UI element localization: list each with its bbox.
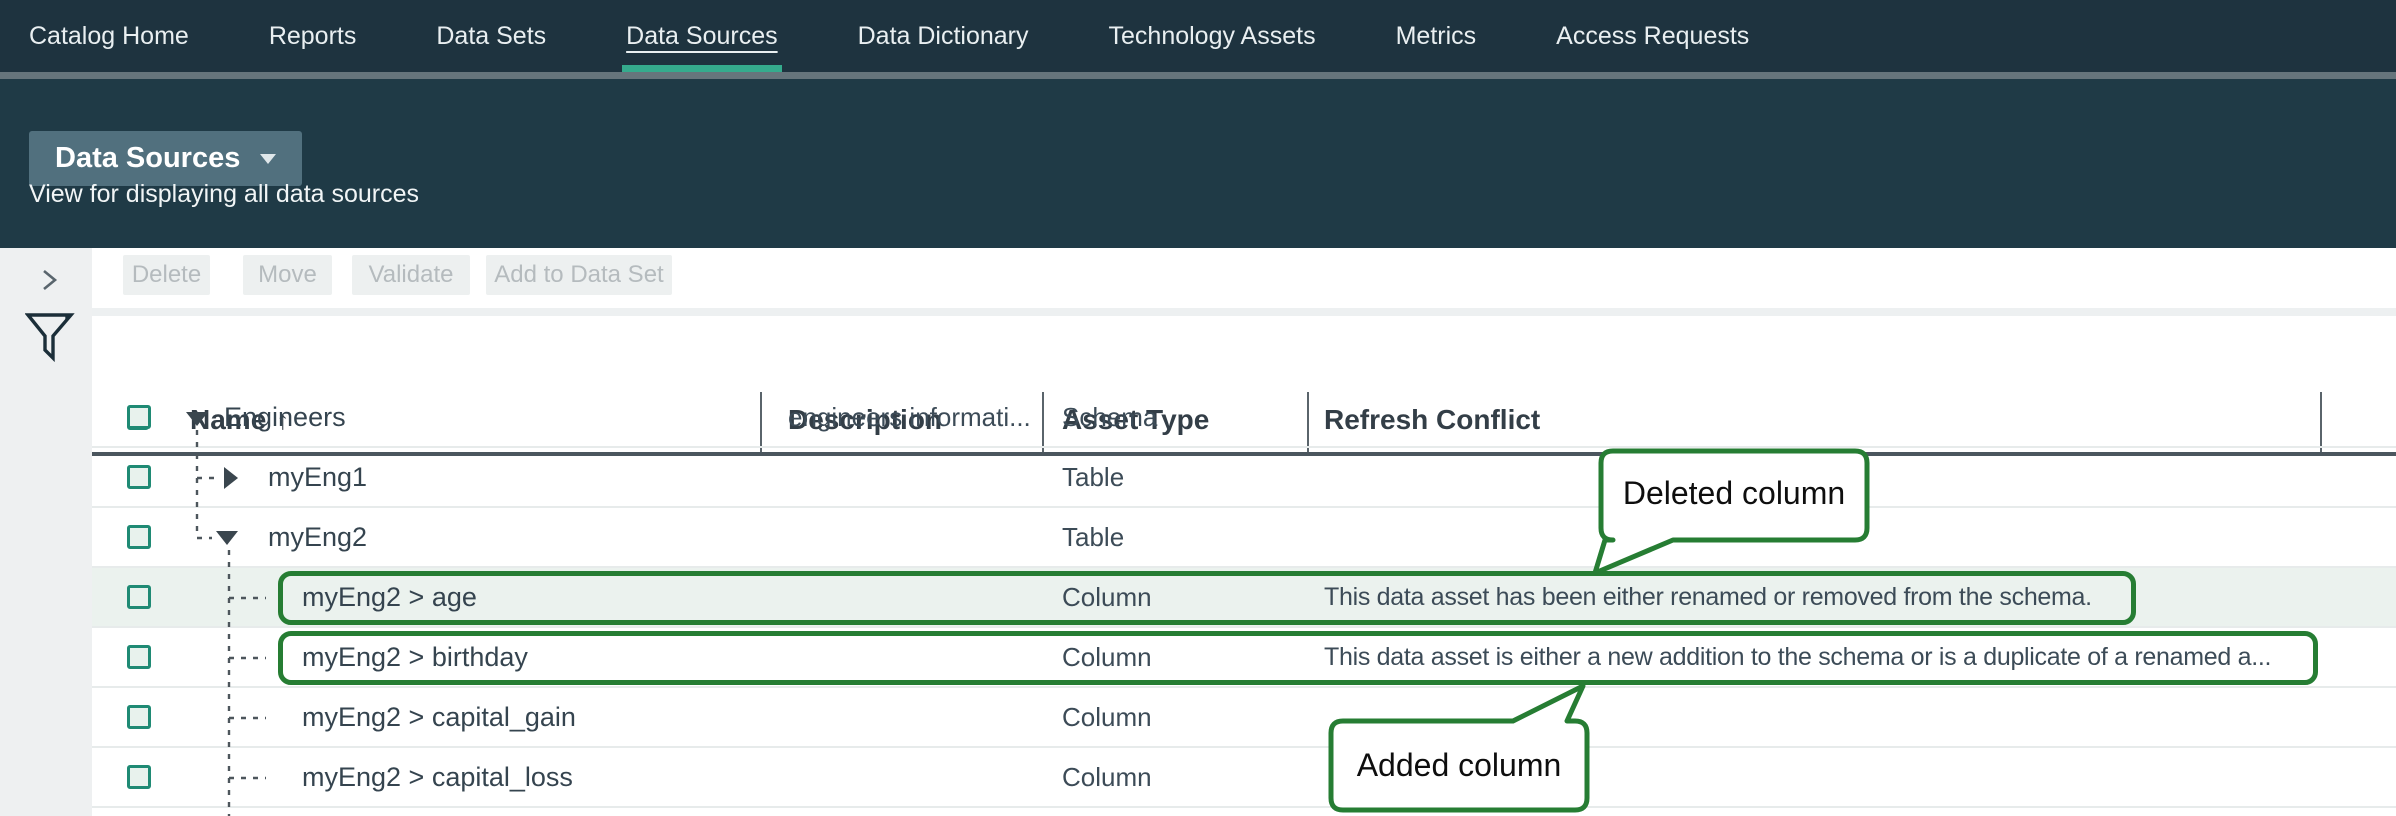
table-row-myeng2-birthday[interactable]: myEng2 > birthday Column This data asset i… xyxy=(92,628,2396,688)
top-nav: Catalog Home Reports Data Sets Data Sources… xyxy=(0,0,2396,79)
table-row-myeng2-capital-loss[interactable]: myEng2 > capital_loss Column xyxy=(92,748,2396,808)
cell-asset-type: Schema xyxy=(1062,388,1157,446)
cell-name: myEng1 xyxy=(268,448,367,506)
row-checkbox[interactable] xyxy=(127,705,151,729)
nav-item-catalog-home[interactable]: Catalog Home xyxy=(29,0,189,72)
row-checkbox[interactable] xyxy=(127,525,151,549)
nav-item-data-sources[interactable]: Data Sources xyxy=(626,0,777,72)
cell-asset-type: Table xyxy=(1062,508,1124,566)
cell-asset-type: Column xyxy=(1062,748,1152,806)
table-body: Engineersengineers informati...SchemamyE… xyxy=(92,388,2396,816)
caret-down-icon xyxy=(260,154,276,164)
move-button[interactable]: Move xyxy=(243,255,332,295)
validate-button[interactable]: Validate xyxy=(352,255,470,295)
table-row-engineers[interactable]: Engineers engineers informati... Schema xyxy=(92,388,2396,448)
cell-name: myEng2 > age xyxy=(302,568,477,626)
content-area: DeleteMoveValidateAdd to Data Set Name↑D… xyxy=(0,248,2396,816)
nav-item-access-requests[interactable]: Access Requests xyxy=(1556,0,1749,72)
cell-asset-type: Column xyxy=(1062,568,1152,626)
cell-asset-type: Column xyxy=(1062,688,1152,746)
view-description: View for displaying all data sources xyxy=(29,180,419,209)
data-sources-panel: DeleteMoveValidateAdd to Data Set Name↑D… xyxy=(92,248,2396,816)
view-selector-button[interactable]: Data Sources xyxy=(29,131,302,186)
cell-name: myEng2 xyxy=(268,508,367,566)
page-header: Data Sources View for displaying all dat… xyxy=(0,79,2396,248)
sidebar-expand-button[interactable] xyxy=(42,269,58,296)
cell-refresh-conflict: This data asset has been either renamed … xyxy=(1324,568,2092,626)
row-checkbox[interactable] xyxy=(127,405,151,429)
nav-item-metrics[interactable]: Metrics xyxy=(1396,0,1477,72)
cell-description: engineers informati... xyxy=(788,388,1031,446)
row-checkbox[interactable] xyxy=(127,645,151,669)
delete-button[interactable]: Delete xyxy=(123,255,210,295)
table-row-myeng2-capital-gain[interactable]: myEng2 > capital_gain Column xyxy=(92,688,2396,748)
filter-icon[interactable] xyxy=(25,312,75,367)
cell-asset-type: Column xyxy=(1062,628,1152,686)
nav-item-reports[interactable]: Reports xyxy=(269,0,357,72)
top-nav-items: Catalog Home Reports Data Sets Data Sources… xyxy=(29,0,1749,72)
cell-name: myEng2 > birthday xyxy=(302,628,528,686)
cell-name: myEng2 > capital_gain xyxy=(302,688,576,746)
table-row-myeng1[interactable]: myEng1 Table xyxy=(92,448,2396,508)
catalog-app-window: Catalog HomeReportsData SetsData Sources… xyxy=(0,0,2396,816)
row-checkbox[interactable] xyxy=(127,765,151,789)
cell-refresh-conflict: This data asset is either a new addition… xyxy=(1324,628,2271,686)
toolbar-divider xyxy=(92,308,2396,316)
nav-item-technology-assets[interactable]: Technology Assets xyxy=(1109,0,1316,72)
row-checkbox[interactable] xyxy=(127,465,151,489)
nav-item-data-dictionary[interactable]: Data Dictionary xyxy=(858,0,1029,72)
view-selector-label: Data Sources xyxy=(55,142,240,175)
table-row-myeng2[interactable]: myEng2 Table xyxy=(92,508,2396,568)
add-to-data-set-button[interactable]: Add to Data Set xyxy=(486,255,672,295)
cell-asset-type: Table xyxy=(1062,448,1124,506)
nav-bottom-strip xyxy=(0,72,2396,79)
table-row-myeng2-age[interactable]: myEng2 > age Column This data asset has be… xyxy=(92,568,2396,628)
left-sidebar xyxy=(0,248,92,816)
row-checkbox[interactable] xyxy=(127,585,151,609)
cell-name: myEng2 > capital_loss xyxy=(302,748,573,806)
cell-name: Engineers xyxy=(224,388,346,446)
active-tab-indicator xyxy=(622,65,781,72)
nav-item-data-sets[interactable]: Data Sets xyxy=(436,0,546,72)
